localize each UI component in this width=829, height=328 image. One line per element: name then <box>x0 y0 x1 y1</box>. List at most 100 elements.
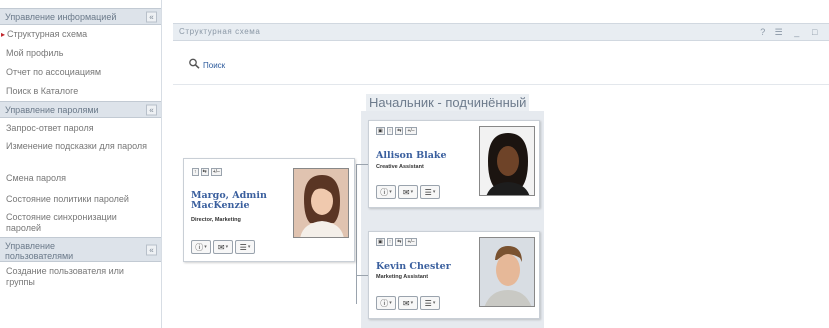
select-button[interactable]: ▣ <box>376 127 385 135</box>
toolbar: Поиск <box>173 41 829 85</box>
person-photo-icon <box>480 238 534 306</box>
sidebar: Управление информацией « Структурная схе… <box>0 0 162 328</box>
org-chart-button[interactable]: ☰ ▾ <box>420 185 440 199</box>
collapse-icon[interactable]: « <box>146 11 157 22</box>
report-name[interactable]: Kevin Chester <box>376 262 451 272</box>
expand-collapse-button[interactable]: +/– <box>405 127 417 135</box>
chevron-down-icon: ▾ <box>225 244 229 250</box>
person-photo-icon <box>294 169 348 237</box>
sidebar-item-password-policy-status[interactable]: Состояние политики паролей <box>0 188 161 210</box>
info-icon: ⓘ <box>195 242 204 252</box>
card-tool-bar: ⓘ ▾ ✉ ▾ ☰ ▾ <box>191 240 255 254</box>
card-action-bar: ▣ ↑ ⇆ +/– <box>376 238 417 246</box>
sidebar-item-password-hint[interactable]: Изменение подсказки для пароля <box>0 138 150 168</box>
section-title: Управление информацией <box>5 11 117 22</box>
search-icon <box>189 58 200 69</box>
report-photo[interactable] <box>479 237 535 307</box>
org-chart-button[interactable]: ☰ ▾ <box>235 240 255 254</box>
search-label: Поиск <box>203 61 226 70</box>
sidebar-item-association-report[interactable]: Отчет по ассоциациям <box>0 63 161 82</box>
section-header-info-management[interactable]: Управление информацией « <box>0 8 161 25</box>
up-button[interactable]: ↑ <box>386 238 394 246</box>
sidebar-item-label: Состояние политики паролей <box>6 194 129 204</box>
sidebar-item-label: Изменение подсказки для пароля <box>6 141 148 151</box>
chevron-down-icon: ▾ <box>247 244 251 250</box>
manager-name[interactable]: Margo, Admin MacKenzie <box>191 191 267 211</box>
manager-photo[interactable] <box>293 168 349 238</box>
sidebar-item-directory-search[interactable]: Поиск в Каталоге <box>0 82 161 101</box>
card-action-bar: ↑ ⇆ +/– <box>192 168 222 176</box>
help-icon[interactable]: ? <box>757 24 769 40</box>
connector-line <box>356 164 357 304</box>
sidebar-item-label: Отчет по ассоциациям <box>6 67 102 77</box>
email-icon: ✉ <box>402 298 410 308</box>
select-button[interactable]: ▣ <box>376 238 385 246</box>
sidebar-item-label: Создание пользователя или группы <box>6 266 124 287</box>
sidebar-item-challenge-response[interactable]: Запрос-ответ пароля <box>0 118 161 138</box>
report-title: Marketing Assistant <box>376 274 429 280</box>
email-button[interactable]: ✉ ▾ <box>213 240 233 254</box>
relationship-button[interactable]: ⇆ <box>395 127 404 135</box>
manager-title: Director, Marketing <box>191 217 241 223</box>
expand-collapse-button[interactable]: +/– <box>210 168 222 176</box>
chevron-down-icon: ▾ <box>410 189 414 195</box>
sidebar-item-password-sync-status[interactable]: Состояние синхронизации паролей <box>0 210 150 237</box>
info-button[interactable]: ⓘ ▾ <box>191 240 211 254</box>
org-chart-icon: ☰ <box>424 187 432 197</box>
chevron-down-icon: ▾ <box>204 244 207 250</box>
sidebar-item-label: Запрос-ответ пароля <box>6 123 94 133</box>
chevron-down-icon: ▾ <box>389 300 392 306</box>
minimize-icon[interactable]: _ <box>791 24 803 40</box>
report-title: Creative Assistant <box>376 164 424 170</box>
connector-line <box>356 275 368 276</box>
print-icon[interactable]: ☰ <box>773 24 785 40</box>
chevron-down-icon: ▾ <box>410 300 414 306</box>
maximize-icon[interactable]: □ <box>809 24 821 40</box>
relationship-button[interactable]: ⇆ <box>395 238 404 246</box>
report-card: ▣ ↑ ⇆ +/– Allison Blake Creative Assista… <box>368 120 540 208</box>
search-link[interactable]: Поиск <box>188 58 225 70</box>
manager-card: ↑ ⇆ +/– Margo, Admin MacKenzie Director,… <box>183 158 355 262</box>
card-tool-bar: ⓘ ▾ ✉ ▾ ☰ ▾ <box>376 296 440 310</box>
email-button[interactable]: ✉ ▾ <box>398 296 418 310</box>
expand-collapse-button[interactable]: +/– <box>405 238 417 246</box>
sidebar-item-label: Поиск в Каталоге <box>6 86 79 96</box>
chevron-down-icon: ▾ <box>389 189 392 195</box>
email-icon: ✉ <box>402 187 410 197</box>
section-header-user-management[interactable]: Управление пользователями « <box>0 237 161 262</box>
collapse-icon[interactable]: « <box>146 104 157 115</box>
name-line: MacKenzie <box>191 200 250 211</box>
panel-title-bar: Структурная схема ? ☰ _ □ <box>173 23 829 41</box>
report-name[interactable]: Allison Blake <box>376 151 447 161</box>
section-header-password-management[interactable]: Управление паролями « <box>0 101 161 118</box>
section-title: Управление пользователями <box>5 240 74 261</box>
info-button[interactable]: ⓘ ▾ <box>376 296 396 310</box>
sidebar-item-create-user-group[interactable]: Создание пользователя или группы <box>0 262 150 292</box>
sidebar-item-label: Структурная схема <box>7 29 88 39</box>
collapse-icon[interactable]: « <box>146 244 157 255</box>
email-button[interactable]: ✉ ▾ <box>398 185 418 199</box>
report-card: ▣ ↑ ⇆ +/– Kevin Chester Marketing Assist… <box>368 231 540 319</box>
info-button[interactable]: ⓘ ▾ <box>376 185 396 199</box>
sidebar-item-label: Смена пароля <box>6 173 66 183</box>
sidebar-item-label: Состояние синхронизации паролей <box>6 212 117 233</box>
up-button[interactable]: ↑ <box>386 127 394 135</box>
card-tool-bar: ⓘ ▾ ✉ ▾ ☰ ▾ <box>376 185 440 199</box>
sidebar-item-my-profile[interactable]: Мой профиль <box>0 44 161 63</box>
sidebar-item-label: Мой профиль <box>6 48 64 58</box>
info-icon: ⓘ <box>380 187 389 197</box>
card-action-bar: ▣ ↑ ⇆ +/– <box>376 127 417 135</box>
person-photo-icon <box>480 127 534 195</box>
up-button[interactable]: ↑ <box>192 168 199 176</box>
sidebar-item-change-password[interactable]: Смена пароля <box>0 168 161 188</box>
org-chart-button[interactable]: ☰ ▾ <box>420 296 440 310</box>
email-icon: ✉ <box>217 242 225 252</box>
sidebar-item-org-chart[interactable]: Структурная схема <box>0 25 161 44</box>
panel-title: Структурная схема <box>179 27 261 36</box>
relationship-button[interactable]: ⇆ <box>200 168 209 176</box>
connector-line <box>356 164 368 165</box>
chevron-down-icon: ▾ <box>432 189 436 195</box>
org-chart-icon: ☰ <box>239 242 247 252</box>
org-chart-icon: ☰ <box>424 298 432 308</box>
report-photo[interactable] <box>479 126 535 196</box>
